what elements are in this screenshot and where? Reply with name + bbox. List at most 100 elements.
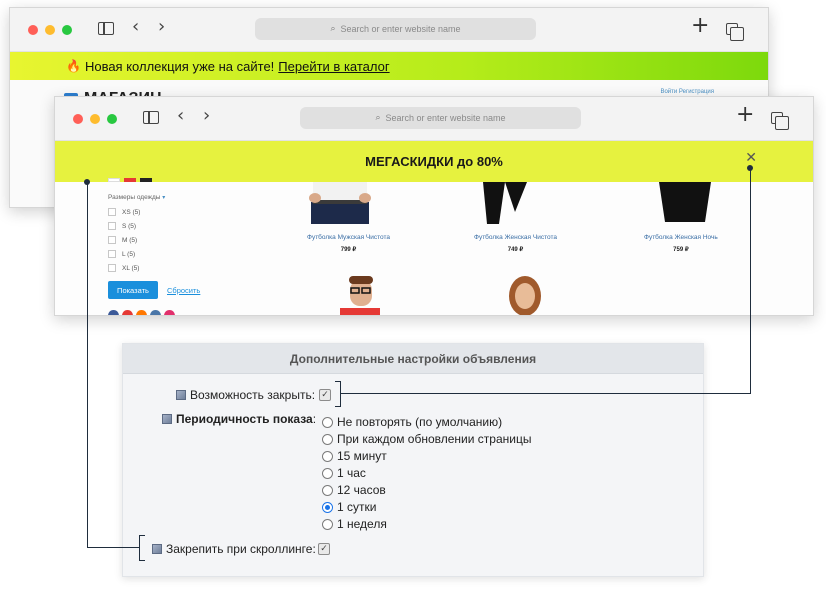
- radio-button[interactable]: [322, 450, 333, 462]
- closable-checkbox[interactable]: ✓: [319, 389, 331, 401]
- chevron-down-icon: ▾: [162, 195, 166, 201]
- product-name[interactable]: Футболка Мужская Чистота: [307, 234, 390, 241]
- close-window-button[interactable]: [28, 25, 38, 35]
- size-option[interactable]: XL (5): [108, 264, 139, 272]
- close-icon[interactable]: ✕: [745, 150, 757, 166]
- radio-button[interactable]: [322, 433, 333, 445]
- connector-bracket: [335, 381, 341, 407]
- address-bar[interactable]: ⌕ Search or enter website name: [300, 107, 581, 129]
- frequency-option[interactable]: 1 час: [322, 466, 366, 480]
- reset-link[interactable]: Сбросить: [167, 286, 200, 295]
- tabs-overview-icon[interactable]: [726, 23, 744, 41]
- back-arrow-icon[interactable]: ‹: [177, 107, 184, 125]
- size-option[interactable]: XS (5): [108, 208, 140, 216]
- ad-settings-panel: Дополнительные настройки объявления Возм…: [122, 343, 704, 577]
- vk-icon[interactable]: [150, 310, 161, 315]
- product-image[interactable]: [305, 182, 375, 224]
- address-placeholder: Search or enter website name: [385, 113, 506, 123]
- panel-title: Дополнительные настройки объявления: [123, 344, 703, 374]
- help-icon[interactable]: [176, 390, 186, 400]
- sticky-checkbox[interactable]: ✓: [318, 543, 330, 555]
- promo-banner-back: 🔥 Новая коллекция уже на сайте! Перейти …: [10, 52, 768, 80]
- maximize-window-button[interactable]: [107, 114, 117, 124]
- window-controls: [28, 25, 72, 35]
- facebook-icon[interactable]: [108, 310, 119, 315]
- connector-node: [84, 179, 90, 185]
- show-button[interactable]: Показать: [108, 281, 158, 299]
- product-name[interactable]: Футболка Женская Чистота: [474, 234, 557, 241]
- back-arrow-icon[interactable]: ‹: [132, 18, 139, 36]
- closable-row: Возможность закрыть:: [176, 388, 315, 402]
- new-tab-icon[interactable]: +: [691, 15, 709, 37]
- color-swatch-white[interactable]: [108, 178, 120, 182]
- size-option[interactable]: L (5): [108, 250, 135, 258]
- product-name[interactable]: Футболка Женская Ночь: [644, 234, 718, 241]
- connector-line: [750, 168, 751, 394]
- frequency-option[interactable]: При каждом обновлении страницы: [322, 432, 531, 446]
- odnoklassniki-icon[interactable]: [136, 310, 147, 315]
- product-price: 799 ₽: [340, 247, 357, 253]
- browser-window-front: ‹ › ⌕ Search or enter website name + МЕГ…: [54, 96, 814, 316]
- product-image[interactable]: [320, 272, 390, 316]
- address-placeholder: Search or enter website name: [340, 24, 461, 34]
- forward-arrow-icon[interactable]: ›: [158, 18, 165, 36]
- catalog-page: Размеры одежды ▾ XS (5) S (5) M (5) L (5…: [55, 178, 813, 316]
- size-option[interactable]: S (5): [108, 222, 136, 230]
- color-swatch-black[interactable]: [140, 178, 152, 182]
- minimize-window-button[interactable]: [90, 114, 100, 124]
- size-filter-title[interactable]: Размеры одежды ▾: [108, 194, 165, 201]
- product-card[interactable]: Футболка Женская Чистота 749 ₽: [474, 234, 557, 253]
- sidebar-toggle-icon[interactable]: [143, 111, 159, 124]
- radio-button[interactable]: [322, 518, 333, 530]
- color-swatch-red[interactable]: [124, 178, 136, 182]
- google-icon[interactable]: [122, 310, 133, 315]
- size-checkbox[interactable]: [108, 264, 116, 272]
- forward-arrow-icon[interactable]: ›: [203, 107, 210, 125]
- close-window-button[interactable]: [73, 114, 83, 124]
- fire-icon: 🔥: [66, 59, 81, 73]
- closable-label: Возможность закрыть:: [190, 388, 316, 402]
- product-price: 749 ₽: [507, 247, 524, 253]
- product-image[interactable]: [495, 272, 555, 316]
- radio-button[interactable]: [322, 467, 333, 479]
- catalog-link[interactable]: Перейти в каталог: [278, 59, 389, 74]
- help-icon[interactable]: [152, 544, 162, 554]
- product-image[interactable]: [655, 182, 715, 224]
- product-card[interactable]: Футболка Женская Ночь 759 ₽: [644, 234, 718, 253]
- sticky-label: Закрепить при скроллинге:: [166, 542, 316, 556]
- size-checkbox[interactable]: [108, 236, 116, 244]
- help-icon[interactable]: [162, 414, 172, 424]
- tabs-overview-icon[interactable]: [771, 112, 789, 130]
- size-checkbox[interactable]: [108, 222, 116, 230]
- frequency-option[interactable]: 12 часов: [322, 483, 386, 497]
- new-tab-icon[interactable]: +: [736, 104, 754, 126]
- radio-button[interactable]: [322, 484, 333, 496]
- instagram-icon[interactable]: [164, 310, 175, 315]
- product-image[interactable]: [475, 182, 535, 224]
- product-price: 759 ₽: [673, 247, 689, 253]
- radio-button[interactable]: [322, 416, 333, 428]
- maximize-window-button[interactable]: [62, 25, 72, 35]
- address-bar[interactable]: ⌕ Search or enter website name: [255, 18, 536, 40]
- radio-button-selected[interactable]: [322, 501, 333, 513]
- promo-banner: МЕГАСКИДКИ до 80%: [55, 141, 813, 182]
- frequency-label: Периодичность показа: [176, 412, 313, 426]
- connector-node: [747, 165, 753, 171]
- auth-links[interactable]: Войти Регистрация: [660, 89, 714, 95]
- connector-line: [341, 393, 751, 394]
- size-checkbox[interactable]: [108, 250, 116, 258]
- frequency-option[interactable]: 1 неделя: [322, 517, 387, 531]
- minimize-window-button[interactable]: [45, 25, 55, 35]
- frequency-row: Периодичность показа:: [162, 412, 316, 426]
- window-controls: [73, 114, 117, 124]
- sidebar-toggle-icon[interactable]: [98, 22, 114, 35]
- search-icon: ⌕: [330, 24, 336, 34]
- frequency-option-selected[interactable]: 1 сутки: [322, 500, 376, 514]
- social-icons: [108, 310, 175, 315]
- size-checkbox[interactable]: [108, 208, 116, 216]
- product-card[interactable]: Футболка Мужская Чистота 799 ₽: [307, 234, 390, 253]
- frequency-option[interactable]: 15 минут: [322, 449, 387, 463]
- frequency-option[interactable]: Не повторять (по умолчанию): [322, 415, 502, 429]
- sticky-row: Закрепить при скроллинге:: [152, 542, 316, 556]
- size-option[interactable]: M (5): [108, 236, 137, 244]
